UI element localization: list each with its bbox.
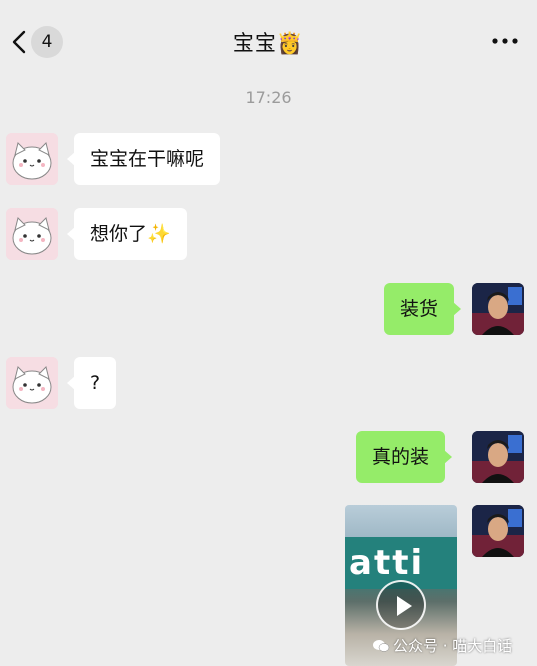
man-avatar[interactable]: [472, 431, 524, 483]
chat-title: 宝宝👸: [232, 31, 305, 55]
message-bubble-incoming[interactable]: 宝宝在干嘛呢: [66, 133, 221, 185]
man-avatar[interactable]: [472, 505, 524, 557]
message-bubble-incoming[interactable]: ?: [66, 357, 117, 409]
chat-header: 4 宝宝👸: [0, 0, 537, 84]
wechat-icon: [373, 640, 390, 652]
person-photo-icon: [472, 431, 524, 483]
person-photo-icon: [472, 505, 524, 557]
message-bubble-outgoing[interactable]: 真的装: [356, 431, 453, 483]
cat-avatar[interactable]: [6, 357, 58, 409]
play-icon[interactable]: [376, 580, 426, 630]
message-bubble-incoming[interactable]: 想你了✨: [67, 208, 187, 260]
message-timestamp: 17:26: [245, 88, 292, 107]
person-photo-icon: [472, 283, 524, 335]
cat-icon: [6, 133, 58, 185]
cat-avatar[interactable]: [6, 133, 58, 185]
more-dots-icon[interactable]: [490, 35, 520, 47]
message-bubble-outgoing[interactable]: 装货: [384, 283, 462, 335]
man-avatar[interactable]: [472, 283, 524, 335]
cat-avatar[interactable]: [6, 208, 58, 260]
watermark-text: 公众号 · 喵大白话: [393, 637, 513, 655]
cat-icon: [6, 208, 58, 260]
watermark: 公众号 · 喵大白话: [372, 635, 512, 656]
cat-icon: [6, 357, 58, 409]
